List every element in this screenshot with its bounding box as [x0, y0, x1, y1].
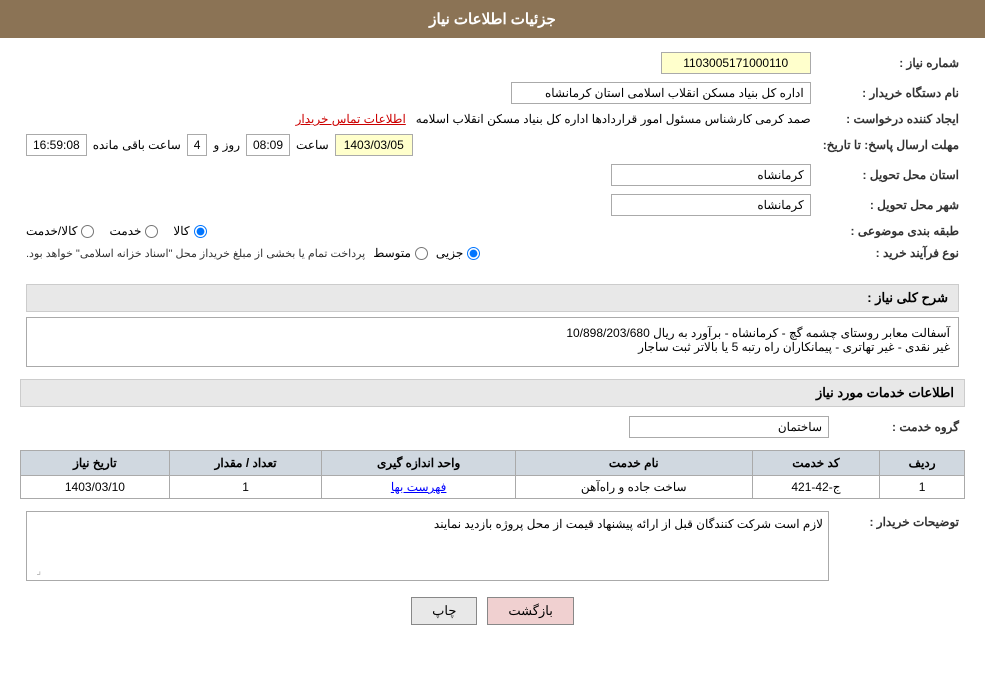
buyer-org-value: اداره کل بنیاد مسکن انقلاب اسلامی استان … [511, 82, 811, 104]
process-motavaset-option: متوسط [373, 246, 428, 260]
category-kala-khedmat-label: کالا/خدمت [26, 224, 77, 238]
cell-code: ج-42-421 [752, 476, 880, 499]
category-kala-radio[interactable] [194, 225, 207, 238]
category-label: طبقه بندی موضوعی : [817, 220, 965, 242]
category-kala-khedmat-option: کالا/خدمت [26, 224, 94, 238]
page-header: جزئیات اطلاعات نیاز [0, 0, 985, 38]
process-label: نوع فرآیند خرید : [817, 242, 965, 264]
description-section-title: شرح کلی نیاز : [26, 284, 959, 312]
description-section-label: شرح کلی نیاز : [867, 290, 948, 305]
description-value: آسفالت معابر روستای چشمه گچ - کرمانشاه -… [26, 317, 959, 367]
resize-handle[interactable]: ⌟ [29, 566, 41, 578]
buyer-notes-value: لازم است شرکت کنندگان قبل از ارائه پیشنه… [434, 517, 823, 531]
category-kala-label: کالا [173, 224, 189, 238]
remaining-label: ساعت باقی مانده [93, 138, 181, 152]
process-note: پرداخت تمام یا بخشی از مبلغ خریداز محل "… [26, 247, 365, 260]
delivery-city-label: شهر محل تحویل : [817, 190, 965, 220]
niyaz-number-label: شماره نیاز : [817, 48, 965, 78]
delivery-city-value: کرمانشاه [611, 194, 811, 216]
services-table: ردیف کد خدمت نام خدمت واحد اندازه گیری ت… [20, 450, 965, 499]
col-unit: واحد اندازه گیری [322, 451, 516, 476]
process-motavaset-radio[interactable] [415, 247, 428, 260]
remaining-time: 16:59:08 [26, 134, 87, 156]
category-khedmat-radio[interactable] [145, 225, 158, 238]
creator-value: صمد کرمی کارشناس مسئول امور قراردادها اد… [416, 112, 811, 126]
col-name: نام خدمت [515, 451, 752, 476]
deadline-days: 4 [187, 134, 208, 156]
contact-link[interactable]: اطلاعات تماس خریدار [296, 112, 406, 126]
deadline-time: 08:09 [246, 134, 290, 156]
category-khedmat-label: خدمت [109, 224, 141, 238]
niyaz-number-value: 1103005171000110 [661, 52, 811, 74]
deadline-date: 1403/03/05 [335, 134, 413, 156]
service-group-value: ساختمان [629, 416, 829, 438]
process-jozi-option: جزیی [436, 246, 480, 260]
cell-unit[interactable]: فهرست بها [322, 476, 516, 499]
services-section-title: اطلاعات خدمات مورد نیاز [20, 379, 965, 407]
delivery-province-value: کرمانشاه [611, 164, 811, 186]
delivery-province-label: استان محل تحویل : [817, 160, 965, 190]
col-qty: تعداد / مقدار [169, 451, 322, 476]
buyer-notes-label: توضیحات خریدار : [835, 507, 965, 585]
cell-qty: 1 [169, 476, 322, 499]
deadline-time-label: ساعت [296, 138, 329, 152]
category-kala-khedmat-radio[interactable] [81, 225, 94, 238]
cell-date: 1403/03/10 [21, 476, 170, 499]
creator-label: ایجاد کننده درخواست : [817, 108, 965, 130]
response-deadline-label: مهلت ارسال پاسخ: تا تاریخ: [817, 130, 965, 160]
category-kala-option: کالا [173, 224, 206, 238]
col-code: کد خدمت [752, 451, 880, 476]
page-title: جزئیات اطلاعات نیاز [429, 11, 556, 28]
category-khedmat-option: خدمت [109, 224, 158, 238]
process-jozi-radio[interactable] [467, 247, 480, 260]
service-group-label: گروه خدمت : [835, 412, 965, 442]
table-row: 1 ج-42-421 ساخت جاده و راه‌آهن فهرست بها… [21, 476, 965, 499]
back-button[interactable]: بازگشت [487, 597, 573, 625]
col-row: ردیف [880, 451, 965, 476]
print-button[interactable]: چاپ [411, 597, 477, 625]
process-motavaset-label: متوسط [373, 246, 411, 260]
cell-row: 1 [880, 476, 965, 499]
buyer-org-label: نام دستگاه خریدار : [817, 78, 965, 108]
buttons-row: بازگشت چاپ [20, 597, 965, 625]
buyer-notes-area: لازم است شرکت کنندگان قبل از ارائه پیشنه… [26, 511, 829, 581]
col-date: تاریخ نیاز [21, 451, 170, 476]
deadline-day-label: روز و [213, 138, 240, 152]
process-jozi-label: جزیی [436, 246, 463, 260]
cell-name: ساخت جاده و راه‌آهن [515, 476, 752, 499]
